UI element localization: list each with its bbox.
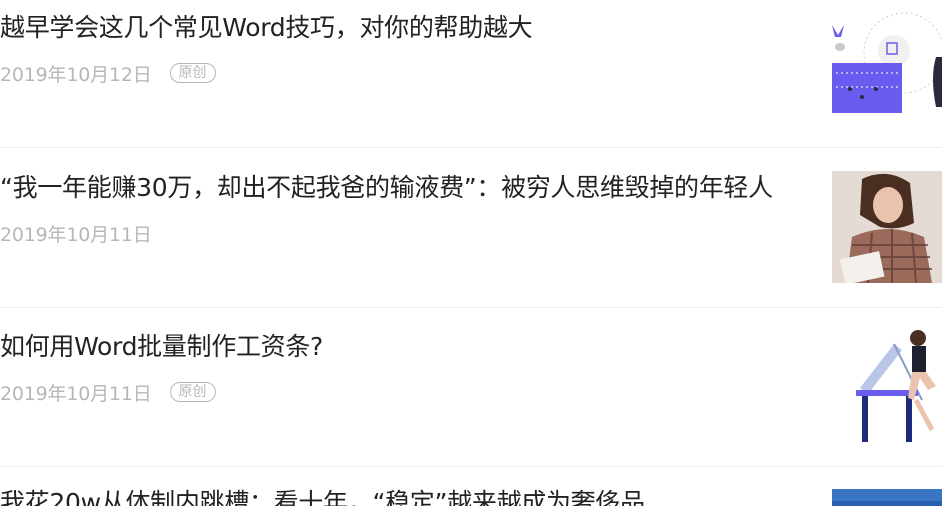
article-thumbnail[interactable] bbox=[832, 171, 942, 283]
article-title[interactable]: 越早学会这几个常见Word技巧，对你的帮助越大 bbox=[0, 12, 815, 44]
article-meta: 2019年10月11日 bbox=[0, 222, 152, 246]
article-date: 2019年10月12日 bbox=[0, 63, 152, 86]
article-date: 2019年10月11日 bbox=[0, 223, 152, 246]
article-thumbnail[interactable] bbox=[832, 330, 942, 442]
article-thumbnail[interactable] bbox=[832, 7, 942, 113]
drafting-desk-illustration-icon bbox=[832, 330, 942, 442]
woman-reading-photo bbox=[832, 171, 942, 283]
original-badge: 原创 bbox=[169, 382, 216, 402]
article-item[interactable]: 如何用Word批量制作工资条? 2019年10月11日 原创 bbox=[0, 308, 942, 467]
article-item[interactable]: 越早学会这几个常见Word技巧，对你的帮助越大 2019年10月12日 原创 bbox=[0, 0, 942, 148]
article-title[interactable]: 如何用Word批量制作工资条? bbox=[0, 331, 815, 363]
blue-photo bbox=[832, 489, 942, 506]
article-item[interactable]: 我花20w从体制内跳槽：看十年，“稳定”越来越成为奢侈品 bbox=[0, 467, 942, 506]
article-title[interactable]: “我一年能赚30万，却出不起我爸的输液费”：被穷人思维毁掉的年轻人 bbox=[0, 172, 815, 204]
article-title[interactable]: 我花20w从体制内跳槽：看十年，“稳定”越来越成为奢侈品 bbox=[0, 487, 815, 506]
article-date: 2019年10月11日 bbox=[0, 382, 152, 405]
article-meta: 2019年10月11日 原创 bbox=[0, 381, 216, 405]
article-feed: 越早学会这几个常见Word技巧，对你的帮助越大 2019年10月12日 原创 “… bbox=[0, 0, 942, 506]
article-thumbnail[interactable] bbox=[832, 489, 942, 506]
office-illustration-icon bbox=[832, 7, 942, 113]
article-meta: 2019年10月12日 原创 bbox=[0, 62, 216, 86]
article-item[interactable]: “我一年能赚30万，却出不起我爸的输液费”：被穷人思维毁掉的年轻人 2019年1… bbox=[0, 149, 942, 308]
original-badge: 原创 bbox=[169, 63, 216, 83]
